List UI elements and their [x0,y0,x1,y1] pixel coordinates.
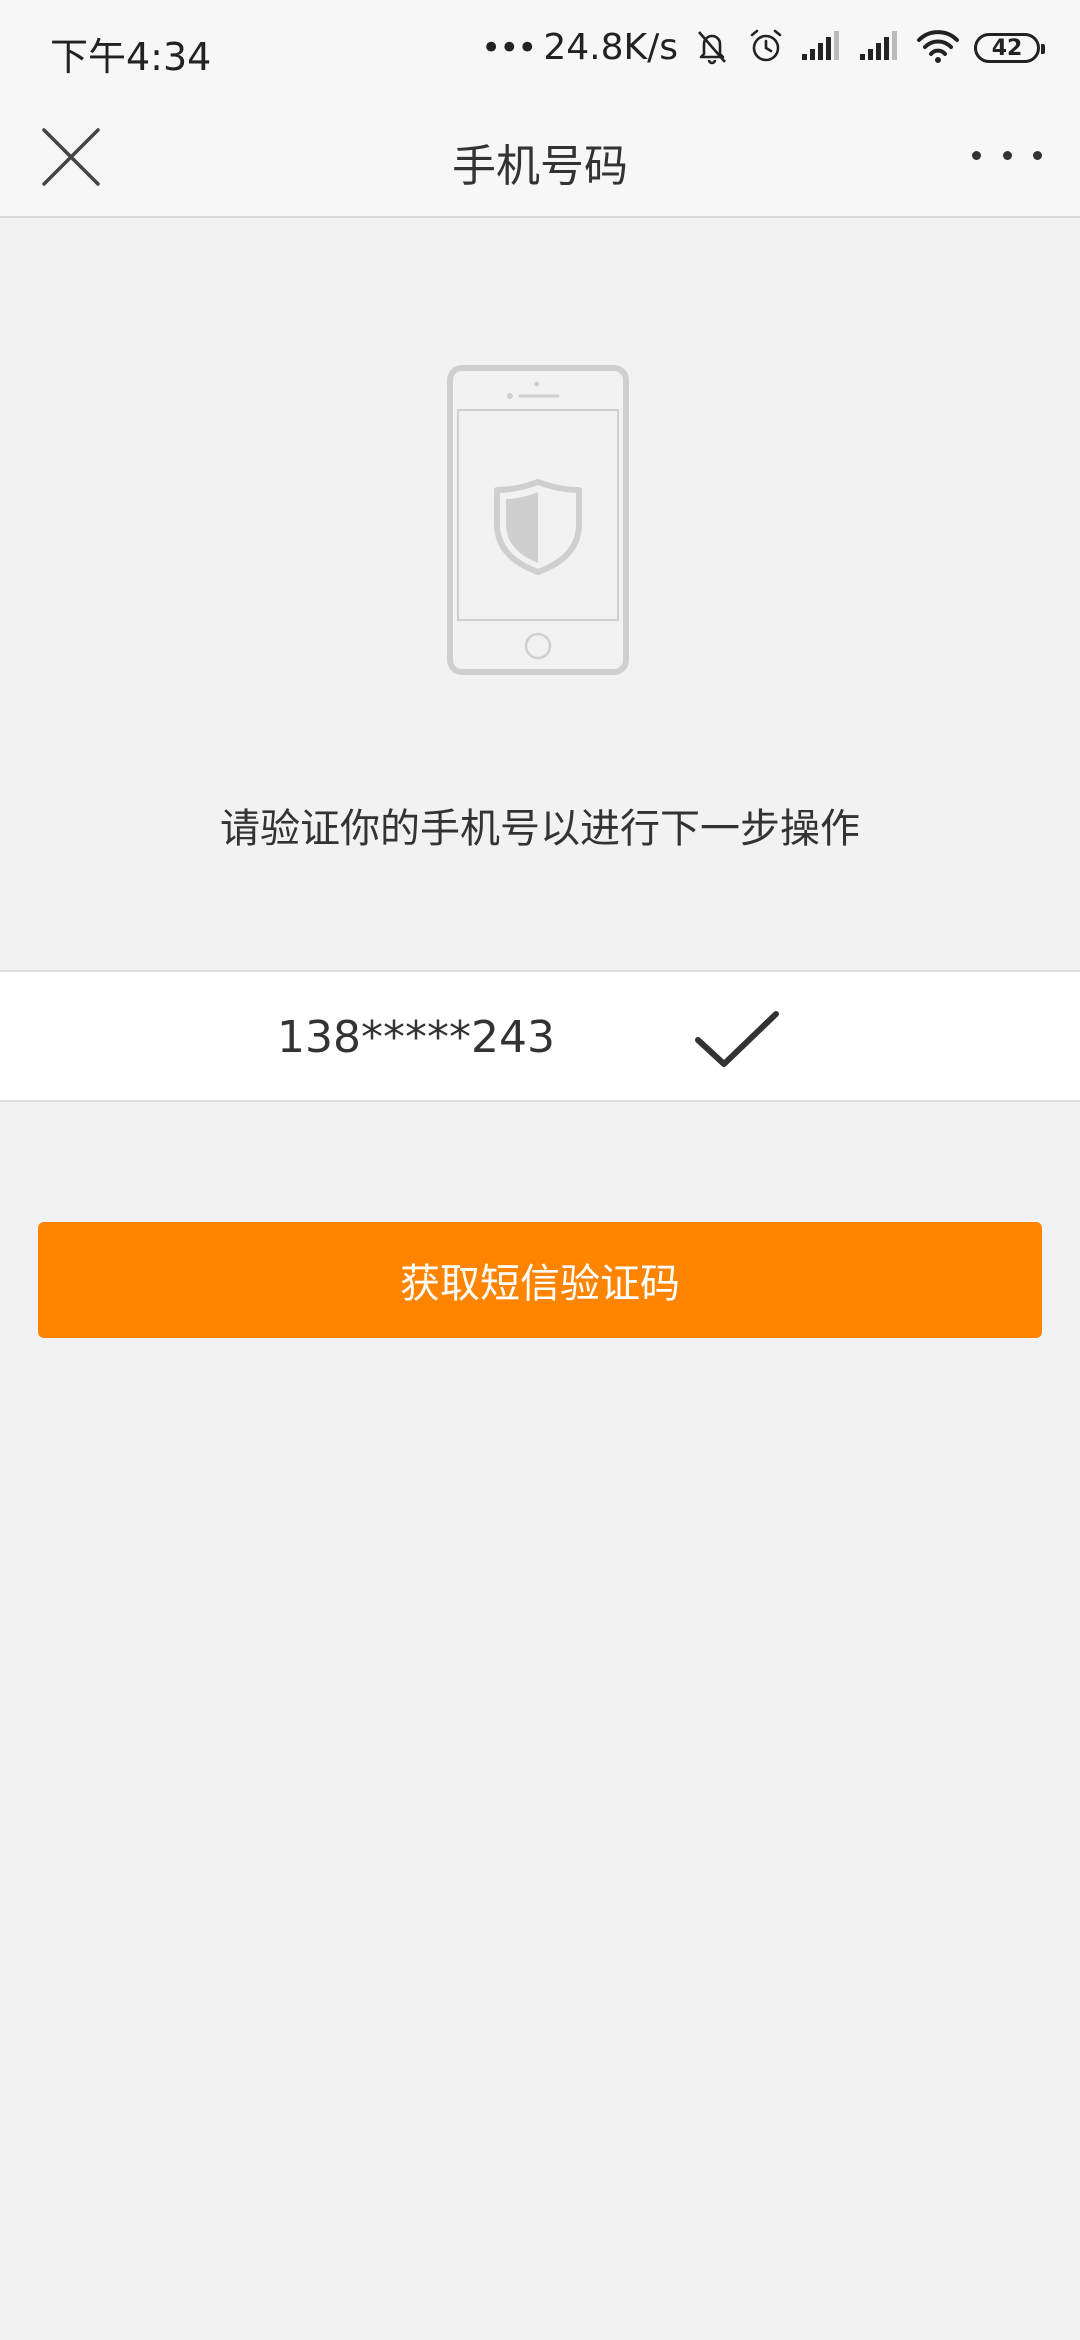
status-dots: ••• [481,28,537,68]
page-title: 手机号码 [452,141,628,192]
wifi-icon [916,28,960,68]
battery-icon: 42 [974,33,1045,63]
mute-bell-icon [692,26,732,70]
phone-number-row[interactable]: 138*****243 [0,970,1080,1102]
status-time: 下午4:34 [50,35,212,79]
status-bar: 下午4:34 ••• 24.8K/s 42 [0,0,1080,100]
signal-icon [858,28,902,68]
status-indicators: ••• 24.8K/s 42 [481,24,1045,72]
instruction-text: 请验证你的手机号以进行下一步操作 [220,806,860,852]
get-sms-code-button[interactable]: 获取短信验证码 [38,1222,1042,1338]
more-dot [1002,150,1012,160]
alarm-icon [746,26,786,70]
more-icon[interactable] [972,140,1042,170]
nav-bar: 手机号码 [0,100,1080,218]
network-speed: 24.8K/s [543,27,678,68]
signal-icon [800,28,844,68]
more-dot [1033,150,1042,160]
phone-shield-icon [446,364,630,676]
more-dot [972,150,981,160]
checkmark-icon [694,1008,780,1070]
battery-level: 42 [991,35,1023,61]
